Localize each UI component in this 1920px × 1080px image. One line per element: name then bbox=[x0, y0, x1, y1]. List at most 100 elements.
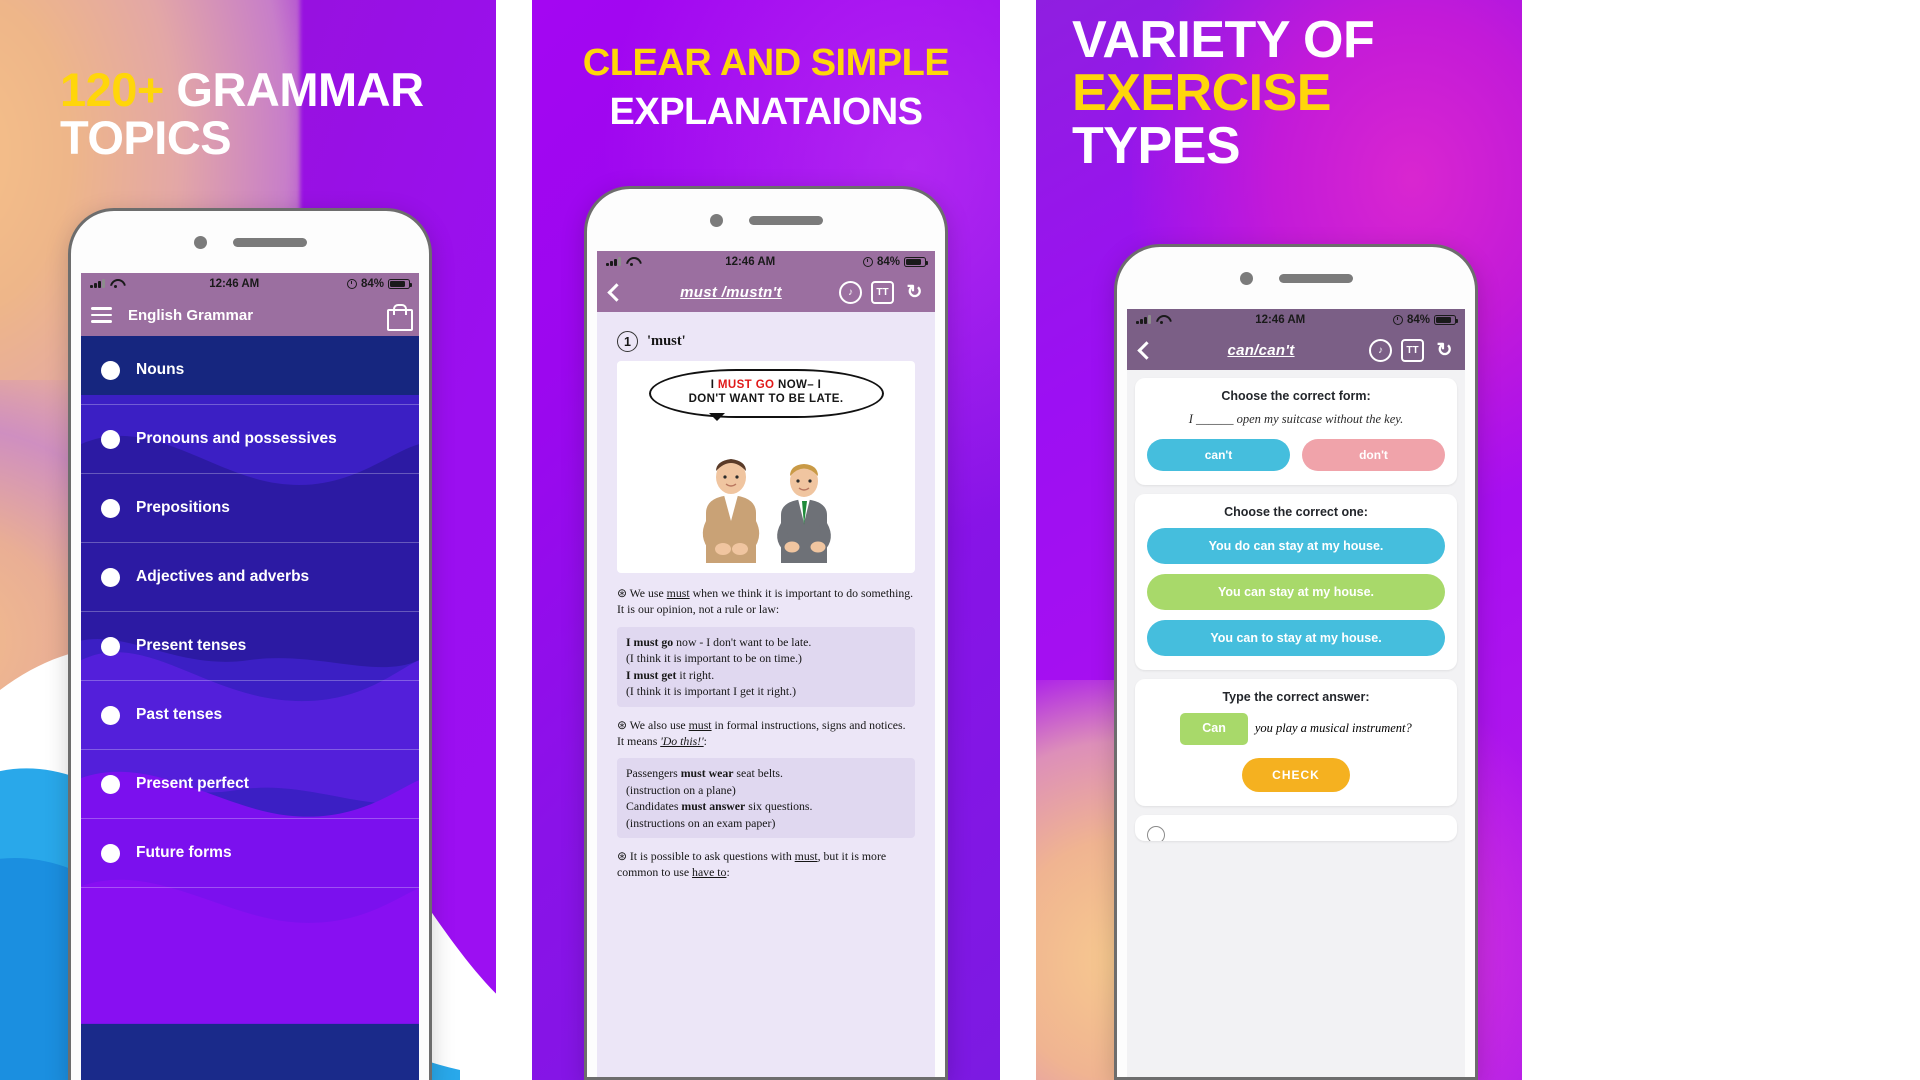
list-item[interactable]: Prepositions bbox=[81, 474, 419, 543]
status-bar-time: 12:46 AM bbox=[1255, 313, 1306, 326]
bullet-dot-icon bbox=[101, 429, 120, 449]
signal-bars-icon bbox=[606, 257, 621, 266]
app-bar: English Grammar bbox=[81, 294, 419, 336]
bullet-dot-icon bbox=[101, 705, 120, 725]
exercise-list[interactable]: Choose the correct form: I ______ open m… bbox=[1127, 370, 1465, 1077]
speaker-icon[interactable]: ♪ bbox=[838, 280, 862, 304]
example-bold: I must get bbox=[626, 667, 677, 682]
para1-a: ⊛ We use bbox=[617, 586, 667, 600]
refresh-icon[interactable]: ↻ bbox=[903, 281, 926, 304]
answer-option-button[interactable]: can't bbox=[1147, 439, 1290, 471]
speaker-icon[interactable]: ♪ bbox=[1369, 338, 1392, 362]
option-row: can't don't bbox=[1147, 439, 1445, 471]
phone-earpiece-area bbox=[71, 211, 429, 273]
phone-side-button bbox=[68, 421, 70, 491]
example-bold: must answer bbox=[681, 799, 746, 814]
answer-option-button[interactable]: don't bbox=[1302, 439, 1445, 471]
phone-3-screen: 12:46 AM 84% can/can't ♪ TT ↻ Choose the… bbox=[1127, 309, 1465, 1077]
status-bar: 12:46 AM 84% bbox=[81, 273, 419, 294]
app-bar: can/can't ♪ TT ↻ bbox=[1127, 330, 1465, 370]
app-store-screenshot-showcase: 120+ GRAMMAR TOPICS 12:46 AM 84% English… bbox=[0, 0, 1920, 1080]
para2-underline-2: 'Do this!' bbox=[660, 733, 704, 748]
nav-icon-group: ♪ TT ↻ bbox=[838, 280, 926, 304]
answer-option-button[interactable]: You can to stay at my house. bbox=[1147, 620, 1445, 656]
list-item[interactable]: Pronouns and possessives bbox=[81, 405, 419, 474]
list-item[interactable]: Adjectives and adverbs bbox=[81, 543, 419, 612]
para1-underline: must bbox=[666, 586, 690, 600]
exercise-card-3: Type the correct answer: Can you play a m… bbox=[1135, 679, 1457, 806]
shopping-bag-icon[interactable] bbox=[387, 303, 413, 331]
status-bar-right: 84% bbox=[862, 255, 929, 268]
topic-label: Pronouns and possessives bbox=[136, 430, 337, 447]
para2-underline: must bbox=[688, 717, 712, 732]
example-note: (I think it is important to be on time.) bbox=[626, 651, 802, 666]
list-item[interactable]: Nouns bbox=[81, 336, 419, 405]
lesson-paragraph-3: ⊛ It is possible to ask questions with m… bbox=[617, 848, 915, 881]
topic-label: Present tenses bbox=[136, 637, 247, 654]
front-camera-icon bbox=[709, 213, 723, 227]
showcase-panel-1: 120+ GRAMMAR TOPICS 12:46 AM 84% English… bbox=[0, 0, 496, 1080]
wifi-icon bbox=[110, 279, 122, 289]
lesson-header: 1 'must' bbox=[617, 331, 915, 352]
lesson-title: 'must' bbox=[647, 333, 686, 349]
two-men-talking-illustration bbox=[702, 459, 831, 563]
list-item[interactable]: Past tenses bbox=[81, 681, 419, 750]
earpiece-speaker bbox=[748, 215, 823, 225]
example-note: (I think it is important I get it right.… bbox=[626, 684, 797, 699]
answer-option-button[interactable]: You can stay at my house. bbox=[1147, 574, 1445, 610]
earpiece-speaker bbox=[232, 237, 307, 247]
headline-line-2: TOPICS bbox=[60, 110, 232, 164]
status-bar-left bbox=[90, 279, 122, 289]
lesson-paragraph-2: ⊛ We also use must in formal instruction… bbox=[617, 717, 915, 750]
lesson-paragraph-1: ⊛ We use must when we think it is import… bbox=[617, 585, 915, 618]
topic-label: Nouns bbox=[136, 361, 185, 378]
example-a: Passengers bbox=[626, 766, 681, 781]
lesson-card: 1 'must' I MUST GO NOW– I DON'T WANT TO … bbox=[605, 320, 927, 1077]
text-size-icon[interactable]: TT bbox=[1401, 338, 1424, 362]
headline-highlight: 120+ bbox=[60, 63, 164, 116]
example-bold: must wear bbox=[680, 766, 734, 781]
phone-2-screen: 12:46 AM 84% must /mustn't ♪ TT ↻ 1 'mus… bbox=[597, 251, 935, 1077]
text-size-icon[interactable]: TT bbox=[870, 280, 894, 304]
headline-line-3: TYPES bbox=[1072, 117, 1241, 176]
headline-line-2: EXERCISE bbox=[1072, 64, 1331, 123]
phone-earpiece-area bbox=[1117, 247, 1475, 309]
hamburger-icon[interactable] bbox=[91, 307, 112, 323]
example-bold: I must go bbox=[626, 634, 674, 649]
battery-percent: 84% bbox=[1406, 313, 1430, 326]
page-title: English Grammar bbox=[128, 306, 254, 324]
battery-percent: 84% bbox=[876, 255, 900, 268]
signal-bars-icon bbox=[1136, 315, 1151, 324]
sentence-tail: you play a musical instrument? bbox=[1254, 720, 1412, 735]
back-chevron-icon[interactable] bbox=[607, 282, 626, 302]
answer-option-button[interactable]: You do can stay at my house. bbox=[1147, 528, 1445, 564]
alarm-icon bbox=[1392, 314, 1403, 325]
status-bar-right: 84% bbox=[1392, 313, 1459, 326]
list-item[interactable]: Present tenses bbox=[81, 612, 419, 681]
front-camera-icon bbox=[1239, 271, 1253, 285]
back-chevron-icon[interactable] bbox=[1137, 340, 1156, 360]
answer-input-chip[interactable]: Can bbox=[1180, 713, 1248, 745]
bullet-dot-icon bbox=[101, 843, 120, 863]
exercise-card-2: Choose the correct one: You do can stay … bbox=[1135, 494, 1457, 670]
topic-label: Adjectives and adverbs bbox=[136, 568, 310, 585]
phone-mockup-1: 12:46 AM 84% English Grammar Nouns Prono… bbox=[68, 208, 432, 1080]
headline-line-1: VARIETY OF bbox=[1072, 11, 1375, 69]
battery-icon bbox=[1434, 314, 1459, 325]
bullet-dot-icon bbox=[101, 636, 120, 656]
panel-3-headline: VARIETY OF EXERCISE TYPES bbox=[1072, 11, 1492, 176]
list-item[interactable]: Present perfect bbox=[81, 750, 419, 819]
list-item[interactable]: Future forms bbox=[81, 819, 419, 888]
phone-side-button bbox=[584, 364, 586, 430]
battery-icon bbox=[904, 256, 929, 267]
example-rest: it right. bbox=[676, 667, 715, 682]
status-bar-left bbox=[606, 257, 638, 267]
topics-list[interactable]: Nouns Pronouns and possessives Prepositi… bbox=[81, 336, 419, 1080]
alarm-icon bbox=[346, 278, 357, 289]
phone-1-screen: 12:46 AM 84% English Grammar Nouns Prono… bbox=[81, 273, 419, 1080]
exercise-prompt: Type the correct answer: bbox=[1222, 690, 1370, 704]
refresh-icon[interactable]: ↻ bbox=[1433, 339, 1456, 362]
panel-2-headline: CLEAR AND SIMPLE EXPLANATAIONS bbox=[532, 44, 1000, 132]
check-button[interactable]: CHECK bbox=[1242, 757, 1350, 792]
app-bar: must /mustn't ♪ TT ↻ bbox=[597, 272, 935, 312]
